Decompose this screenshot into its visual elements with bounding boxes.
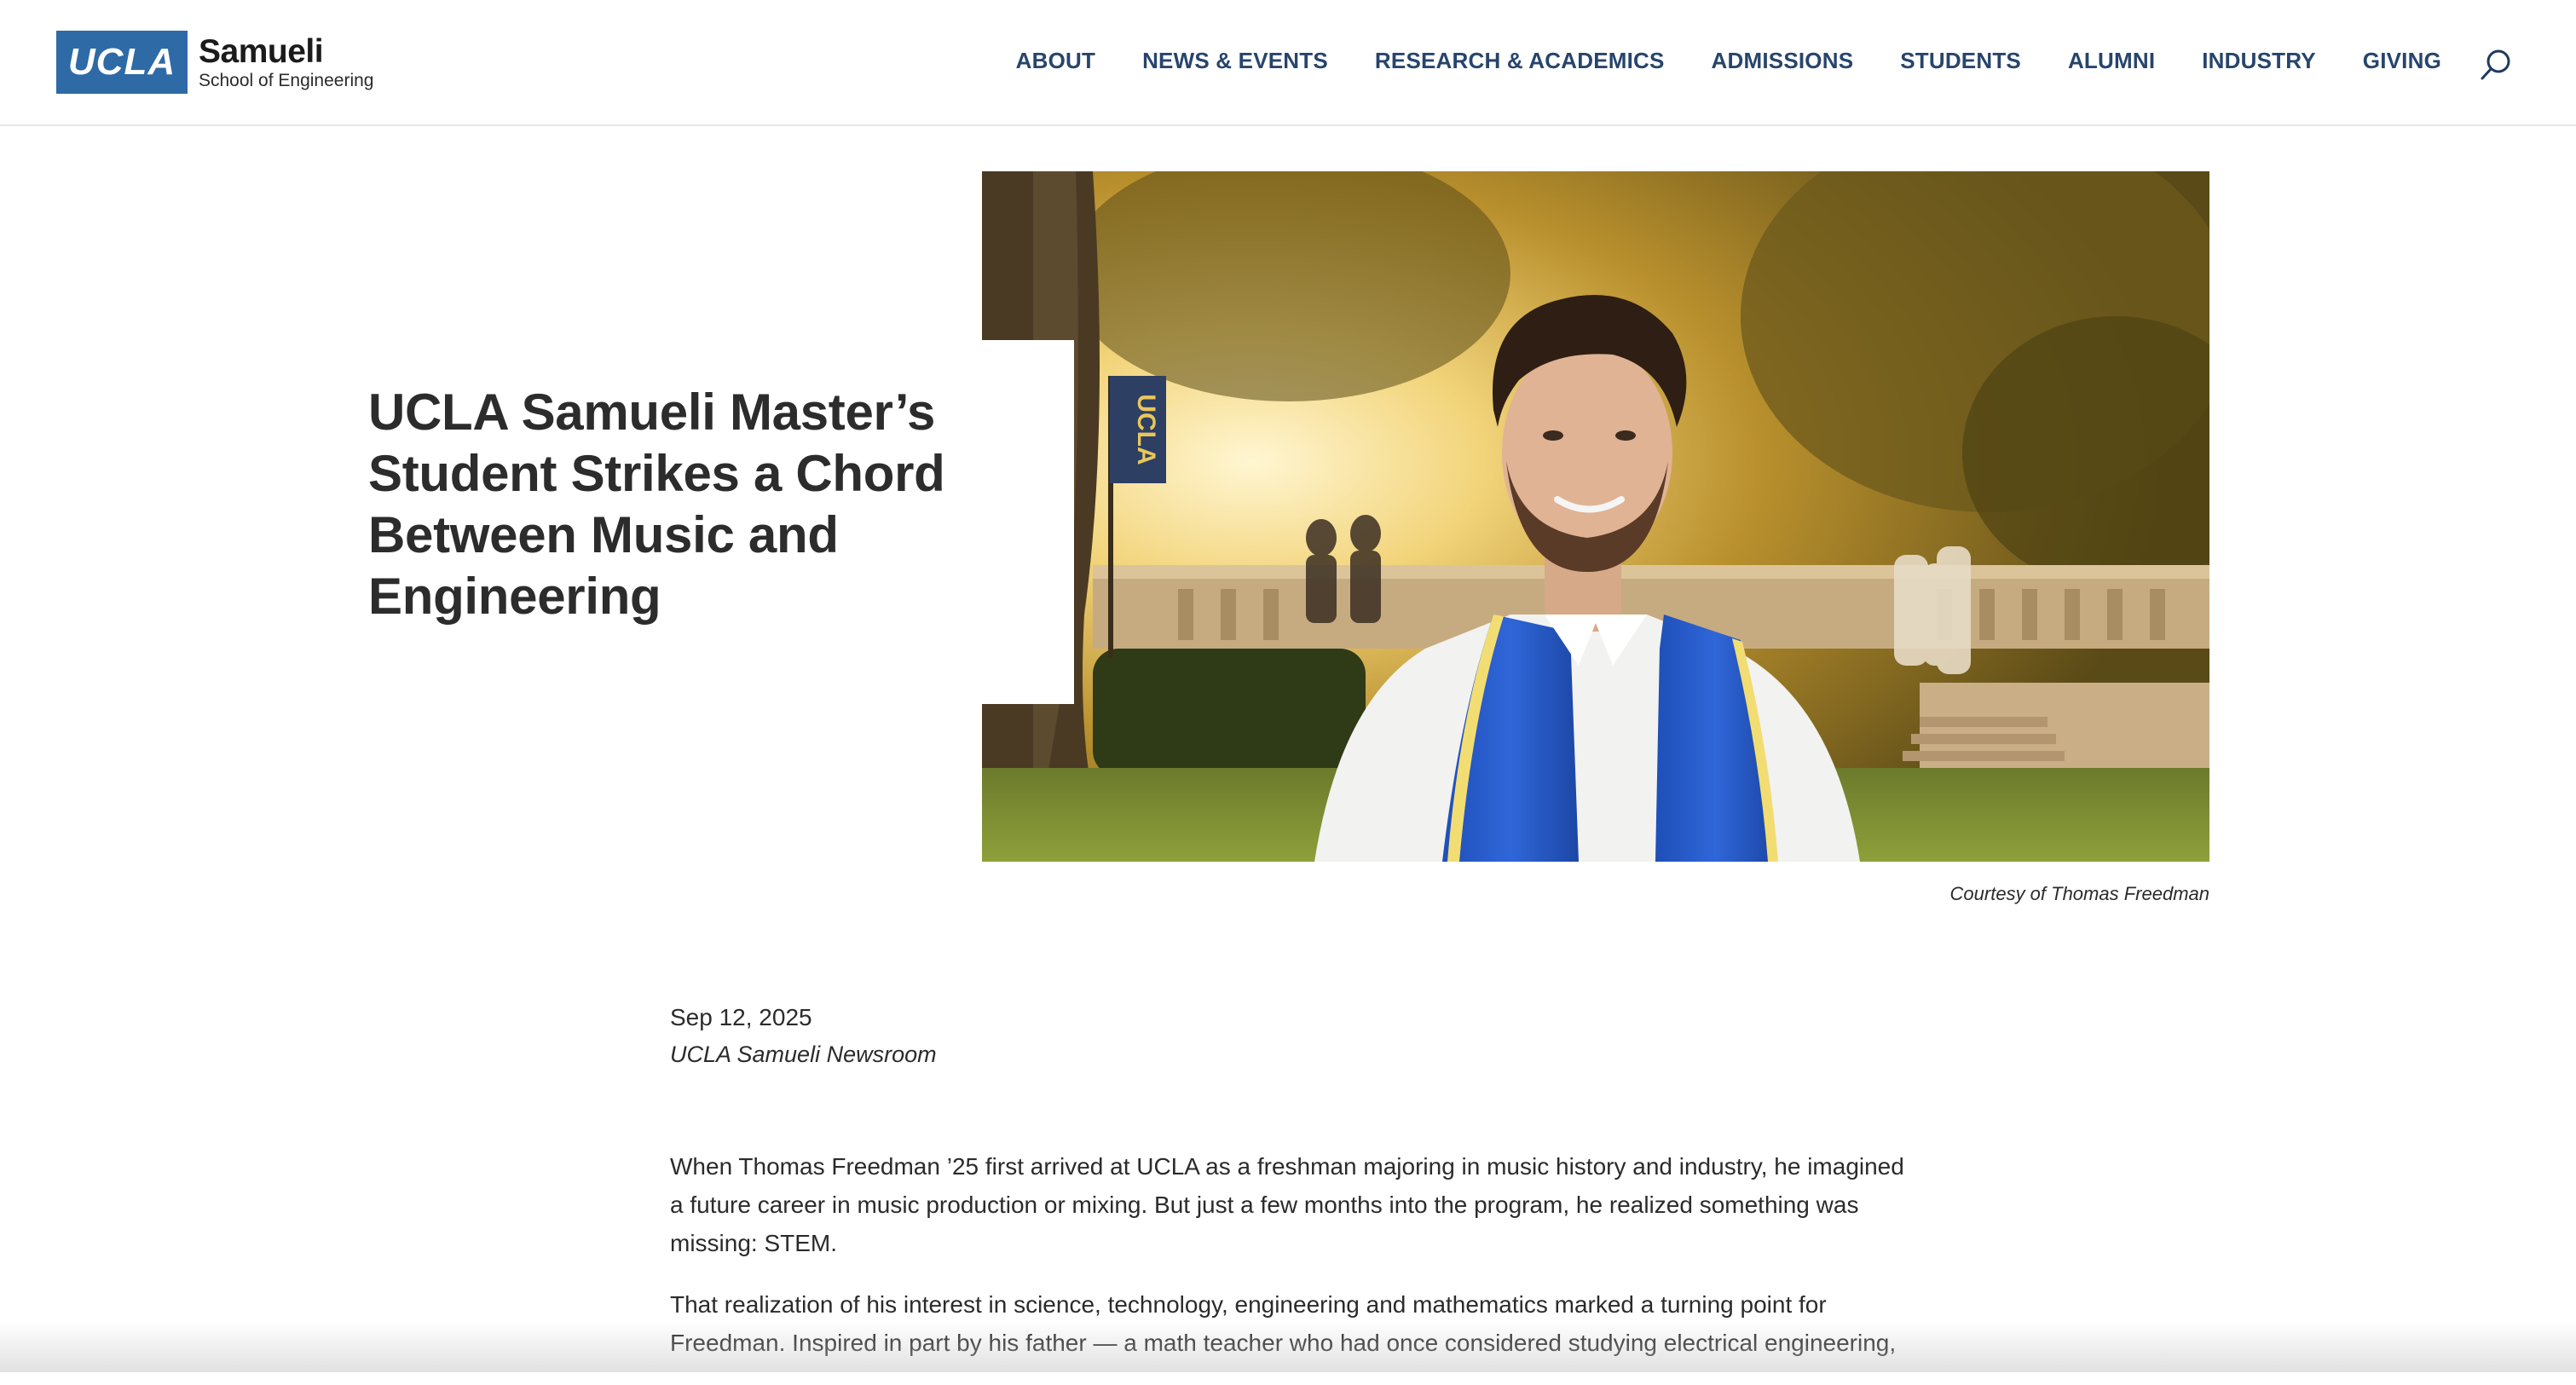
article-headline: UCLA Samueli Master’s Student Strikes a … bbox=[368, 382, 982, 627]
article-source[interactable]: UCLA Samueli Newsroom bbox=[670, 1042, 937, 1068]
nav-item-admissions[interactable]: ADMISSIONS bbox=[1712, 48, 1854, 74]
article-paragraph: When Thomas Freedman ’25 first arrived a… bbox=[670, 1147, 1923, 1262]
nav-item-industry[interactable]: INDUSTRY bbox=[2202, 48, 2316, 74]
search-button[interactable] bbox=[2475, 44, 2516, 85]
hero-photo-illustration: UCLA bbox=[982, 171, 2209, 862]
logo-subtitle: School of Engineering bbox=[199, 72, 373, 89]
site-header: UCLA Samueli School of Engineering ABOUT… bbox=[0, 0, 2576, 126]
hero-notch bbox=[982, 340, 1074, 704]
ucla-logo-mark: UCLA bbox=[56, 31, 188, 94]
article-paragraph: That realization of his interest in scie… bbox=[670, 1285, 1923, 1362]
logo-wordmark: Samueli School of Engineering bbox=[199, 35, 373, 89]
nav-item-about[interactable]: ABOUT bbox=[1016, 48, 1095, 74]
nav-item-students[interactable]: STUDENTS bbox=[1900, 48, 2021, 74]
main-nav: ABOUT NEWS & EVENTS RESEARCH & ACADEMICS… bbox=[1016, 48, 2441, 74]
nav-item-giving[interactable]: GIVING bbox=[2363, 48, 2441, 74]
photo-banner-text: UCLA bbox=[1132, 394, 1160, 465]
hero-photo: UCLA bbox=[982, 171, 2209, 862]
article-date: Sep 12, 2025 bbox=[670, 1004, 812, 1031]
nav-item-alumni[interactable]: ALUMNI bbox=[2068, 48, 2155, 74]
ucla-samueli-logo[interactable]: UCLA Samueli School of Engineering bbox=[56, 31, 373, 94]
article-body: When Thomas Freedman ’25 first arrived a… bbox=[670, 1147, 1923, 1385]
photo-caption: Courtesy of Thomas Freedman bbox=[1950, 883, 2209, 905]
nav-item-news-events[interactable]: NEWS & EVENTS bbox=[1142, 48, 1328, 74]
logo-name: Samueli bbox=[199, 35, 373, 68]
search-icon bbox=[2475, 44, 2516, 85]
nav-item-research-academics[interactable]: RESEARCH & ACADEMICS bbox=[1375, 48, 1665, 74]
